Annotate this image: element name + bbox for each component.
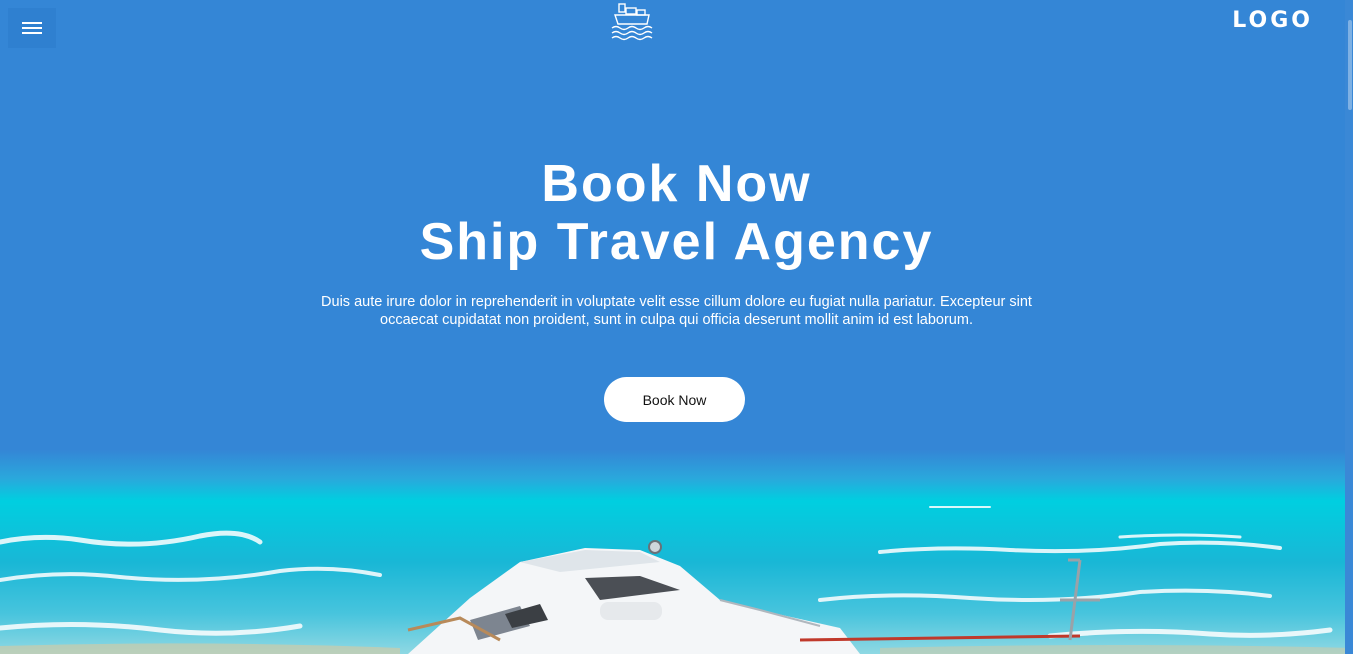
hero-title-line-2: Ship Travel Agency xyxy=(419,213,934,271)
cargo-ship-icon[interactable] xyxy=(609,0,659,44)
logo[interactable]: LOGO xyxy=(1232,8,1313,33)
hamburger-menu-icon xyxy=(22,22,42,34)
hero-section: Book Now Ship Travel Agency Duis aute ir… xyxy=(0,155,1353,329)
hero-title: Book Now Ship Travel Agency xyxy=(0,155,1353,271)
menu-button[interactable] xyxy=(8,8,56,48)
scrollbar-thumb[interactable] xyxy=(1348,20,1352,110)
hero-title-line-1: Book Now xyxy=(541,155,812,213)
yacht-sea-image xyxy=(0,450,1353,654)
hero-description: Duis aute irure dolor in reprehenderit i… xyxy=(321,294,1032,328)
scrollbar[interactable] xyxy=(1345,0,1353,654)
book-now-button[interactable]: Book Now xyxy=(604,377,745,422)
page: LOGO Book Now Ship Travel Agency Duis au… xyxy=(0,0,1353,654)
